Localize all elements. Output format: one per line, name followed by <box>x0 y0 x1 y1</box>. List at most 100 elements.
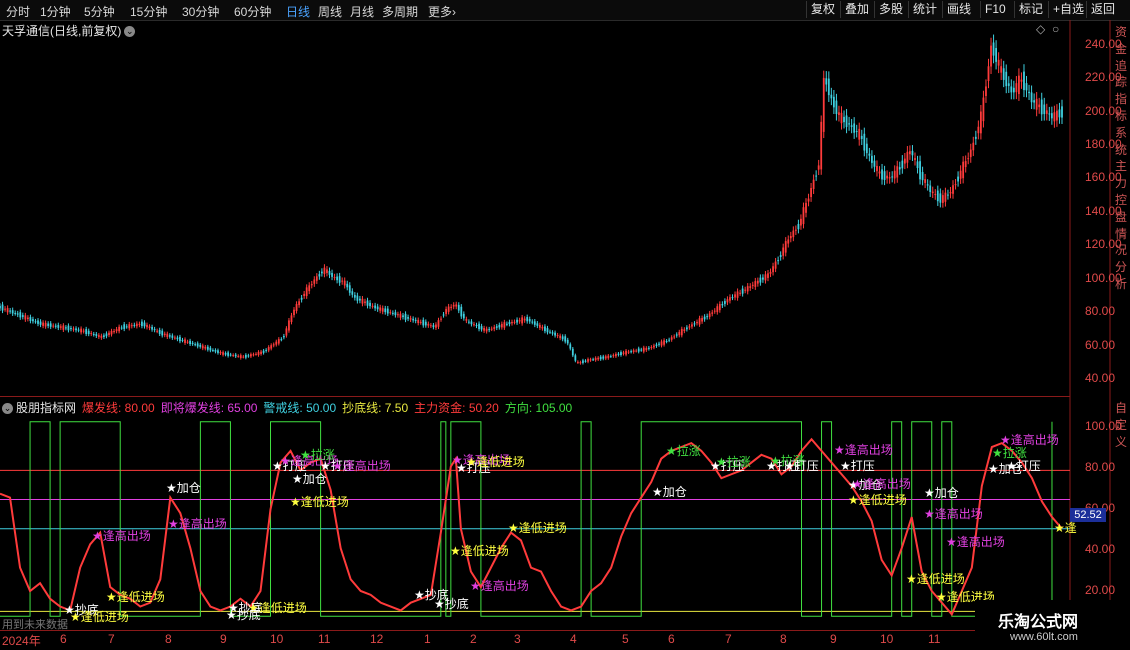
candle-body <box>599 356 602 360</box>
candle-body <box>328 270 331 275</box>
candle-body <box>54 325 57 327</box>
candle-body <box>729 297 731 301</box>
candle-body <box>204 346 207 349</box>
candle-body <box>376 306 379 310</box>
candle-body <box>219 352 222 354</box>
signal-label: ★逢低进场 <box>508 521 567 535</box>
candle-body <box>120 327 123 329</box>
candle-body <box>70 328 72 330</box>
candle-body <box>716 306 719 313</box>
candle-body <box>397 314 399 316</box>
candle-body <box>435 324 437 328</box>
candle-body <box>432 325 435 328</box>
candle-body <box>201 345 204 349</box>
pane-divider[interactable] <box>0 396 1070 397</box>
candle-body <box>987 66 990 81</box>
candle-body <box>947 194 949 196</box>
candle-body <box>787 239 790 244</box>
candle-body <box>498 324 501 328</box>
candle-body <box>625 350 627 355</box>
candle-body <box>607 355 610 359</box>
signal-label: ★逢高出场 <box>332 459 391 473</box>
signal-label: ★抄底 <box>434 597 469 611</box>
candle-body <box>214 350 217 352</box>
candle-body <box>234 354 237 357</box>
candle-body <box>244 354 247 358</box>
candle-body <box>1028 91 1030 94</box>
candle-body <box>926 184 929 186</box>
candle-body <box>87 330 90 335</box>
ind-ytick: 40.00 <box>1085 542 1116 556</box>
candle-body <box>34 321 37 323</box>
candle-body <box>921 172 924 181</box>
candle-body <box>863 133 866 151</box>
candle-body <box>549 331 551 333</box>
current-value-badge: 52.52 <box>1070 508 1106 522</box>
candle-body <box>853 123 856 133</box>
candle-body <box>896 166 899 178</box>
candle-body <box>308 285 311 292</box>
candle-body <box>52 325 55 327</box>
candle-body <box>282 336 285 338</box>
candle-body <box>964 161 967 168</box>
candle-body <box>424 321 427 326</box>
indicator-title[interactable]: ⌄ 股朋指标网 爆发线: 80.00 即将爆发线: 65.00 警戒线: 50.00 抄底… <box>2 399 578 415</box>
candle-body <box>97 335 100 337</box>
candle-body <box>366 300 369 306</box>
candle-body <box>691 324 693 327</box>
candle-body <box>622 352 625 354</box>
candle-body <box>125 326 128 328</box>
candle-body <box>113 331 115 333</box>
candle-body <box>29 317 32 321</box>
candle-body <box>698 318 701 325</box>
candle-body <box>72 328 75 330</box>
candle-body <box>158 329 161 334</box>
candle-body <box>470 321 473 325</box>
date-label: 7 <box>725 632 732 646</box>
candle-body <box>797 224 800 230</box>
chevron-down-icon[interactable]: ⌄ <box>2 403 13 415</box>
candle-body <box>348 285 351 293</box>
candle-body <box>985 86 987 97</box>
candle-body <box>336 276 339 281</box>
candle-body <box>571 348 574 356</box>
candle-body <box>602 356 605 359</box>
candle-body <box>645 348 648 351</box>
candle-body <box>673 336 676 338</box>
candle-body <box>744 289 747 291</box>
candle-body <box>19 312 22 318</box>
candle-body <box>675 334 678 336</box>
candle-body <box>696 321 698 324</box>
candle-body <box>95 334 98 336</box>
candle-body <box>82 330 85 332</box>
candle-body <box>468 321 470 323</box>
candle-body <box>237 355 240 357</box>
param-direction: 方向: 105.00 <box>504 401 573 415</box>
date-label: 8 <box>165 632 172 646</box>
param-warning-line: 警戒线: 50.00 <box>263 401 337 415</box>
candle-body <box>475 325 478 327</box>
chart-canvas[interactable] <box>0 0 1130 650</box>
candle-body <box>346 283 349 288</box>
candle-body <box>848 123 850 125</box>
candle-body <box>871 155 873 163</box>
candle-body <box>576 361 579 363</box>
date-label: 6 <box>60 632 67 646</box>
candle-body <box>640 349 643 351</box>
candle-body <box>24 315 27 320</box>
candle-body <box>288 320 290 331</box>
ind-ytick: 20.00 <box>1085 583 1116 597</box>
signal-label: ★拉涨 <box>992 446 1027 460</box>
candle-body <box>450 306 453 308</box>
candle-body <box>478 323 480 330</box>
candle-body <box>1050 113 1053 119</box>
candle-body <box>997 59 1000 66</box>
signal-label: ★抄底 <box>226 608 261 622</box>
candle-body <box>860 135 863 139</box>
candle-body <box>561 336 564 340</box>
signal-label: ★打压 <box>1006 459 1041 473</box>
candle-body <box>822 77 825 132</box>
candle-body <box>873 160 876 167</box>
candle-body <box>546 328 549 333</box>
signal-label: ★加仓 <box>652 485 687 499</box>
